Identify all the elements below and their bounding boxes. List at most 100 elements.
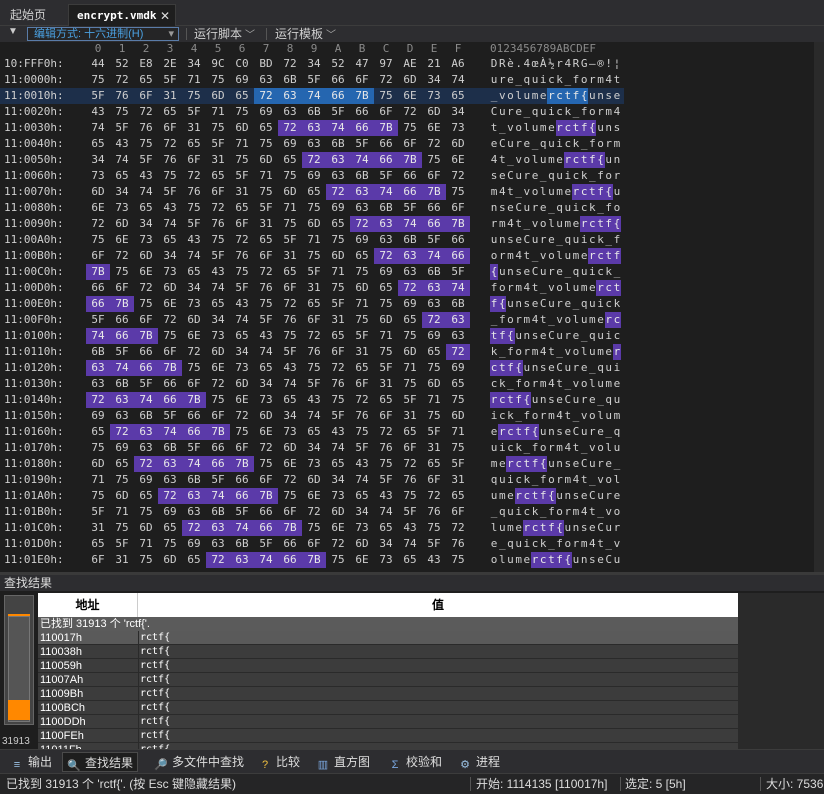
hex-byte[interactable]: 6E bbox=[134, 264, 158, 280]
hex-byte[interactable]: 75 bbox=[254, 296, 278, 312]
table-row[interactable]: 1100FEh rctf{ bbox=[38, 729, 738, 743]
hex-byte[interactable]: 63 bbox=[182, 504, 206, 520]
hex-byte[interactable]: 43 bbox=[182, 232, 206, 248]
hex-byte[interactable]: 71 bbox=[326, 264, 350, 280]
hex-byte[interactable]: 75 bbox=[326, 280, 350, 296]
hex-byte[interactable]: 6F bbox=[278, 280, 302, 296]
hex-byte[interactable]: 72 bbox=[374, 424, 398, 440]
hex-byte[interactable]: 73 bbox=[230, 360, 254, 376]
hex-byte[interactable]: 7B bbox=[302, 552, 326, 568]
hex-byte[interactable]: 6D bbox=[254, 152, 278, 168]
hex-byte[interactable]: 71 bbox=[350, 296, 374, 312]
ascii-text[interactable]: e Cu r e _ q u i c k _ f o r m bbox=[490, 136, 621, 152]
hex-byte[interactable]: 72 bbox=[158, 136, 182, 152]
hex-byte[interactable]: 6F bbox=[86, 248, 110, 264]
hex-byte[interactable]: 34 bbox=[110, 184, 134, 200]
hex-scrollbar[interactable] bbox=[814, 42, 824, 572]
hex-byte[interactable]: 6D bbox=[206, 344, 230, 360]
hex-byte[interactable]: 72 bbox=[182, 344, 206, 360]
hex-byte[interactable]: 34 bbox=[422, 72, 446, 88]
hex-byte[interactable]: 71 bbox=[134, 536, 158, 552]
hex-row[interactable]: 11:01C0h: 31 75 6D 65 72 63 74 66 7B 75 6E 73 65 43 75 7… bbox=[0, 520, 624, 536]
ascii-text[interactable]: t f{u n s e Cu r e _ q u i c bbox=[490, 328, 621, 344]
hex-byte[interactable]: 72 bbox=[350, 216, 374, 232]
hex-byte[interactable]: 66 bbox=[374, 136, 398, 152]
ascii-text[interactable]: _ f o r m 4 t _ v o l u m e r c bbox=[490, 312, 621, 328]
hex-byte[interactable]: 65 bbox=[158, 520, 182, 536]
hex-byte[interactable]: 66 bbox=[254, 504, 278, 520]
hex-byte[interactable]: 65 bbox=[182, 136, 206, 152]
hex-byte[interactable]: 31 bbox=[302, 280, 326, 296]
hex-byte[interactable]: 34 bbox=[374, 536, 398, 552]
hex-byte[interactable]: 31 bbox=[86, 520, 110, 536]
hex-byte[interactable]: 76 bbox=[134, 120, 158, 136]
hex-byte[interactable]: 75 bbox=[278, 328, 302, 344]
hex-byte[interactable]: 75 bbox=[278, 216, 302, 232]
hex-byte[interactable]: 5F bbox=[398, 392, 422, 408]
hex-byte[interactable]: 2E bbox=[158, 56, 182, 72]
hex-byte[interactable]: 76 bbox=[278, 312, 302, 328]
hex-byte[interactable]: 72 bbox=[446, 520, 470, 536]
hex-byte[interactable]: 65 bbox=[374, 520, 398, 536]
hex-byte[interactable]: 5F bbox=[206, 472, 230, 488]
hex-byte[interactable]: 6F bbox=[134, 88, 158, 104]
hex-byte[interactable]: 72 bbox=[254, 440, 278, 456]
hex-byte[interactable]: 75 bbox=[230, 264, 254, 280]
hex-byte[interactable]: 66 bbox=[422, 216, 446, 232]
hex-row[interactable]: 11:01B0h: 5F 71 75 69 63 6B 5F 66 6F 72 6D 34 74 5F 76 6… bbox=[0, 504, 624, 520]
hex-byte[interactable]: 75 bbox=[158, 168, 182, 184]
hex-byte[interactable]: 66 bbox=[86, 296, 110, 312]
hex-byte[interactable]: 65 bbox=[422, 456, 446, 472]
hex-byte[interactable]: 72 bbox=[182, 168, 206, 184]
ascii-text[interactable]: e _ q u i c k _ f o r m 4 t _ v bbox=[490, 536, 621, 552]
hex-byte[interactable]: 75 bbox=[446, 552, 470, 568]
ascii-text[interactable]: f{u n s e Cu r e _ q u i c k bbox=[490, 296, 621, 312]
hex-byte[interactable]: 72 bbox=[422, 312, 446, 328]
hex-byte[interactable]: 6F bbox=[398, 136, 422, 152]
hex-byte[interactable]: 5F bbox=[374, 168, 398, 184]
hex-byte[interactable]: 34 bbox=[446, 104, 470, 120]
hex-byte[interactable]: 75 bbox=[254, 184, 278, 200]
hex-byte[interactable]: 72 bbox=[326, 184, 350, 200]
hex-row[interactable]: 11:01D0h: 65 5F 71 75 69 63 6B 5F 66 6F 72 6D 34 74 5F 7… bbox=[0, 536, 624, 552]
hex-byte[interactable]: 5F bbox=[206, 136, 230, 152]
hex-byte[interactable]: 66 bbox=[206, 456, 230, 472]
hex-byte[interactable]: 72 bbox=[278, 120, 302, 136]
hex-byte[interactable]: 72 bbox=[398, 456, 422, 472]
hex-byte[interactable]: 75 bbox=[182, 88, 206, 104]
hex-byte[interactable]: 6F bbox=[374, 104, 398, 120]
hex-byte[interactable]: 75 bbox=[86, 72, 110, 88]
hex-byte[interactable]: 63 bbox=[422, 280, 446, 296]
hex-byte[interactable]: 65 bbox=[230, 88, 254, 104]
ascii-text[interactable]: m 4 t _ v o l u m e r c t f{u bbox=[490, 184, 621, 200]
hex-byte[interactable]: 34 bbox=[182, 280, 206, 296]
hex-byte[interactable]: 66 bbox=[158, 392, 182, 408]
hex-byte[interactable]: 31 bbox=[278, 248, 302, 264]
ascii-text[interactable]: i c k _ f o r m 4 t _ v o l u m bbox=[490, 408, 621, 424]
hex-byte[interactable]: 43 bbox=[422, 552, 446, 568]
hex-byte[interactable]: 31 bbox=[230, 184, 254, 200]
hex-byte[interactable]: 74 bbox=[374, 184, 398, 200]
hex-byte[interactable]: 6B bbox=[326, 136, 350, 152]
hex-byte[interactable]: 31 bbox=[422, 440, 446, 456]
hex-byte[interactable]: 69 bbox=[350, 232, 374, 248]
hex-byte[interactable]: 66 bbox=[182, 424, 206, 440]
hex-row[interactable]: 11:00A0h: 75 6E 73 65 43 75 72 65 5F 71 75 69 63 6B 5F 6… bbox=[0, 232, 624, 248]
hex-byte[interactable]: 63 bbox=[158, 456, 182, 472]
hex-byte[interactable]: 43 bbox=[278, 360, 302, 376]
hex-byte[interactable]: 7B bbox=[398, 152, 422, 168]
hex-byte[interactable]: 75 bbox=[110, 472, 134, 488]
hex-byte[interactable]: 6E bbox=[398, 88, 422, 104]
hex-byte[interactable]: 63 bbox=[206, 520, 230, 536]
hex-byte[interactable]: 66 bbox=[230, 488, 254, 504]
ascii-text[interactable]: r c t f{u n s e Cu r e _ q u bbox=[490, 392, 621, 408]
hex-byte[interactable]: 71 bbox=[110, 504, 134, 520]
hex-byte[interactable]: 75 bbox=[398, 488, 422, 504]
hex-byte[interactable]: 71 bbox=[422, 392, 446, 408]
hex-byte[interactable]: 65 bbox=[398, 424, 422, 440]
hex-byte[interactable]: 6B bbox=[158, 440, 182, 456]
hex-byte[interactable]: 44 bbox=[86, 56, 110, 72]
hex-byte[interactable]: 74 bbox=[158, 424, 182, 440]
hex-byte[interactable]: 6D bbox=[446, 408, 470, 424]
hex-byte[interactable]: 63 bbox=[206, 536, 230, 552]
